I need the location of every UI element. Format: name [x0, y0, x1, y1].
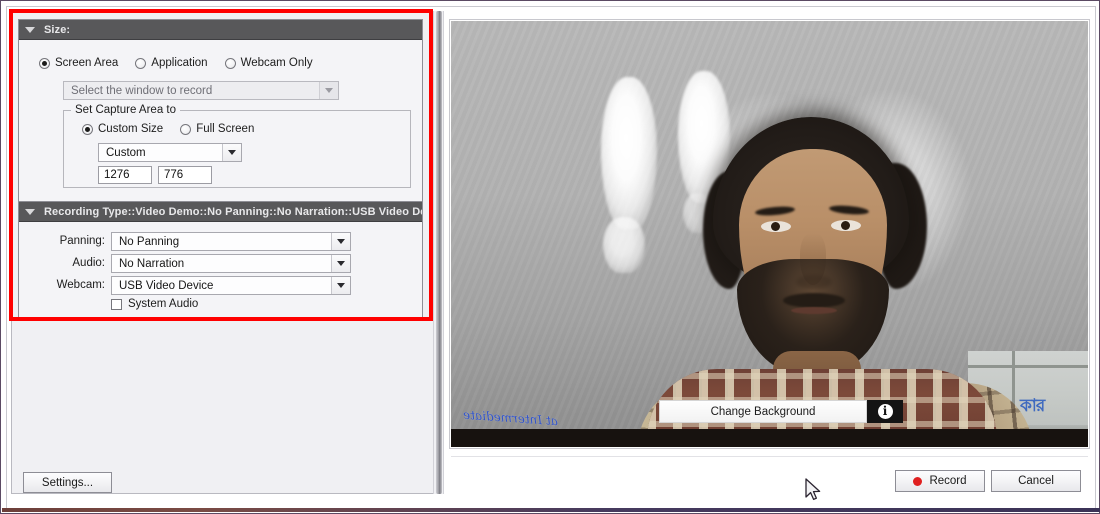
settings-button-label: Settings... — [41, 476, 94, 489]
system-audio-label[interactable]: System Audio — [128, 298, 198, 310]
radio-full-screen-label[interactable]: Full Screen — [196, 123, 254, 135]
capture-area-fieldset: Set Capture Area to Custom Size Full Scr… — [63, 104, 411, 188]
webcam-value: USB Video Device — [119, 279, 214, 292]
scrollbar-thumb[interactable] — [436, 11, 442, 494]
options-pane: Size: Screen Area Application Webcam Onl… — [11, 11, 434, 494]
eye-left — [761, 221, 791, 232]
capture-width-value: 1276 — [104, 169, 130, 181]
radio-webcam-only-label[interactable]: Webcam Only — [241, 57, 313, 69]
window-select[interactable]: Select the window to record — [63, 81, 339, 100]
webcam-select-arrow[interactable] — [331, 277, 350, 294]
capture-area-legend: Set Capture Area to — [71, 104, 181, 116]
recording-options-window: Size: Screen Area Application Webcam Onl… — [0, 0, 1100, 514]
audio-label: Audio: — [72, 257, 105, 269]
triangle-down-icon[interactable] — [25, 26, 35, 33]
system-audio-checkbox-row[interactable]: System Audio — [111, 298, 198, 310]
radio-screen-area-label[interactable]: Screen Area — [55, 57, 118, 69]
radio-custom-size-label[interactable]: Custom Size — [98, 123, 163, 135]
preset-size-arrow[interactable] — [222, 144, 241, 161]
panning-label: Panning: — [59, 235, 105, 247]
recording-type-section-title: Recording Type::Video Demo::No Panning::… — [44, 205, 422, 218]
chevron-down-icon — [228, 150, 236, 155]
window-select-value: Select the window to record — [71, 84, 213, 97]
person-subject — [451, 21, 1088, 447]
panning-select-arrow[interactable] — [331, 233, 350, 250]
mouse-pointer-icon — [805, 478, 821, 501]
mouth — [791, 307, 837, 314]
options-pane-scrollbar[interactable] — [433, 11, 444, 494]
radio-custom-size[interactable] — [82, 123, 93, 135]
chevron-down-icon — [325, 88, 333, 93]
triangle-down-icon[interactable] — [25, 208, 35, 215]
recording-type-section-header[interactable]: Recording Type::Video Demo::No Panning::… — [19, 202, 422, 222]
chevron-down-icon — [337, 261, 345, 266]
panning-value: No Panning — [119, 235, 180, 248]
capture-height-value: 776 — [164, 169, 184, 181]
audio-value: No Narration — [119, 257, 185, 270]
record-button[interactable]: Record — [895, 470, 985, 492]
system-audio-checkbox[interactable] — [111, 298, 122, 310]
change-background-label: Change Background — [710, 405, 816, 418]
moustache — [783, 293, 845, 308]
window-select-arrow[interactable] — [319, 82, 338, 99]
capture-width-input[interactable]: 1276 — [98, 166, 152, 184]
record-button-label: Record — [929, 475, 967, 487]
footer-separator — [451, 456, 1088, 457]
cancel-button[interactable]: Cancel — [991, 470, 1081, 492]
info-icon[interactable]: i — [867, 400, 903, 423]
pupil-left — [771, 222, 780, 231]
recording-type-section: Recording Type::Video Demo::No Panning::… — [18, 201, 423, 319]
preview-bottom-bar — [451, 429, 1088, 447]
change-background-button[interactable]: Change Background — [659, 400, 867, 423]
webcam-preview: কার at Intermediate Change — [451, 21, 1088, 447]
pupil-right — [841, 221, 850, 230]
cancel-button-label: Cancel — [1018, 475, 1054, 487]
radio-application[interactable] — [135, 57, 147, 69]
webcam-select[interactable]: USB Video Device — [111, 276, 351, 295]
audio-select-arrow[interactable] — [331, 255, 350, 272]
radio-webcam-only[interactable] — [224, 57, 236, 69]
size-section-body: Screen Area Application Webcam Only Sele… — [19, 40, 422, 202]
capture-size-radio-group: Custom Size Full Screen — [82, 123, 271, 135]
recording-type-section-body: Panning: No Panning Audio: No Narration … — [19, 222, 422, 319]
audio-select[interactable]: No Narration — [111, 254, 351, 273]
panning-select[interactable]: No Panning — [111, 232, 351, 251]
webcam-label: Webcam: — [56, 279, 105, 291]
chevron-down-icon — [337, 283, 345, 288]
settings-button[interactable]: Settings... — [23, 472, 112, 493]
radio-application-label[interactable]: Application — [151, 57, 207, 69]
preset-size-value: Custom — [106, 146, 146, 159]
capture-mode-radio-group: Screen Area Application Webcam Only — [39, 57, 330, 69]
size-section-header[interactable]: Size: — [19, 20, 422, 40]
capture-height-input[interactable]: 776 — [158, 166, 212, 184]
eye-right — [831, 220, 861, 231]
size-section: Size: Screen Area Application Webcam Onl… — [18, 19, 423, 202]
info-glyph: i — [877, 404, 893, 419]
record-dot-icon — [913, 476, 923, 486]
window-bottom-accent-strip — [2, 508, 1100, 512]
radio-screen-area[interactable] — [39, 57, 50, 69]
size-section-title: Size: — [44, 23, 71, 36]
preset-size-select[interactable]: Custom — [98, 143, 242, 162]
radio-full-screen[interactable] — [180, 123, 192, 135]
chevron-down-icon — [337, 239, 345, 244]
change-background-controls: Change Background i — [659, 400, 903, 423]
